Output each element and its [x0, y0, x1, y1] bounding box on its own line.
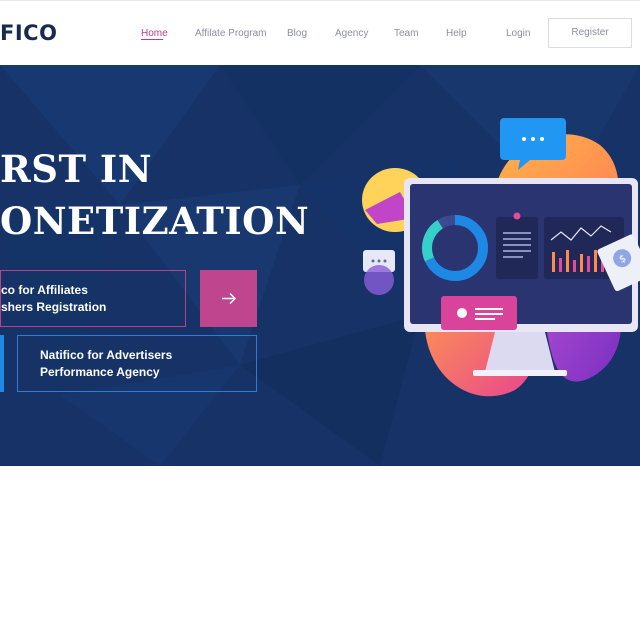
nav-item-team[interactable]: Team	[394, 28, 418, 39]
affiliates-card-line-2: shers Registration	[1, 300, 107, 314]
nav-item-agency[interactable]: Agency	[335, 28, 368, 39]
hero-headline-line-2: ONETIZATION	[0, 199, 310, 243]
advertisers-card[interactable]: Natifico for Advertisers Performance Age…	[17, 335, 257, 392]
nav-item-blog[interactable]: Blog	[287, 28, 307, 39]
advertisers-card-line-1: Natifico for Advertisers	[40, 348, 173, 362]
advertisers-card-line-2: Performance Agency	[40, 365, 160, 379]
advertisers-accent-bar	[0, 335, 4, 392]
login-link[interactable]: Login	[506, 28, 530, 39]
nav-active-underline	[141, 39, 163, 40]
affiliates-card[interactable]: co for Affiliates shers Registration	[0, 270, 186, 327]
arrow-right-icon	[222, 292, 237, 305]
nav-item-affiliate-program[interactable]: Affilate Program	[195, 28, 267, 39]
register-button[interactable]: Register	[548, 18, 632, 48]
hero-headline-line-1: RST IN	[0, 147, 153, 191]
affiliates-card-line-1: co for Affiliates	[1, 283, 88, 297]
nav-item-home[interactable]: Home	[141, 28, 168, 39]
nav-item-help[interactable]: Help	[446, 28, 467, 39]
hero-monitor-illustration: $	[362, 118, 640, 397]
top-navigation-bar: FICO Home Affilate Program Blog Agency T…	[0, 0, 640, 65]
affiliates-arrow-button[interactable]	[200, 270, 257, 327]
hero-section: RST IN ONETIZATION co for Affiliates she…	[0, 65, 640, 466]
site-logo[interactable]: FICO	[0, 21, 57, 45]
